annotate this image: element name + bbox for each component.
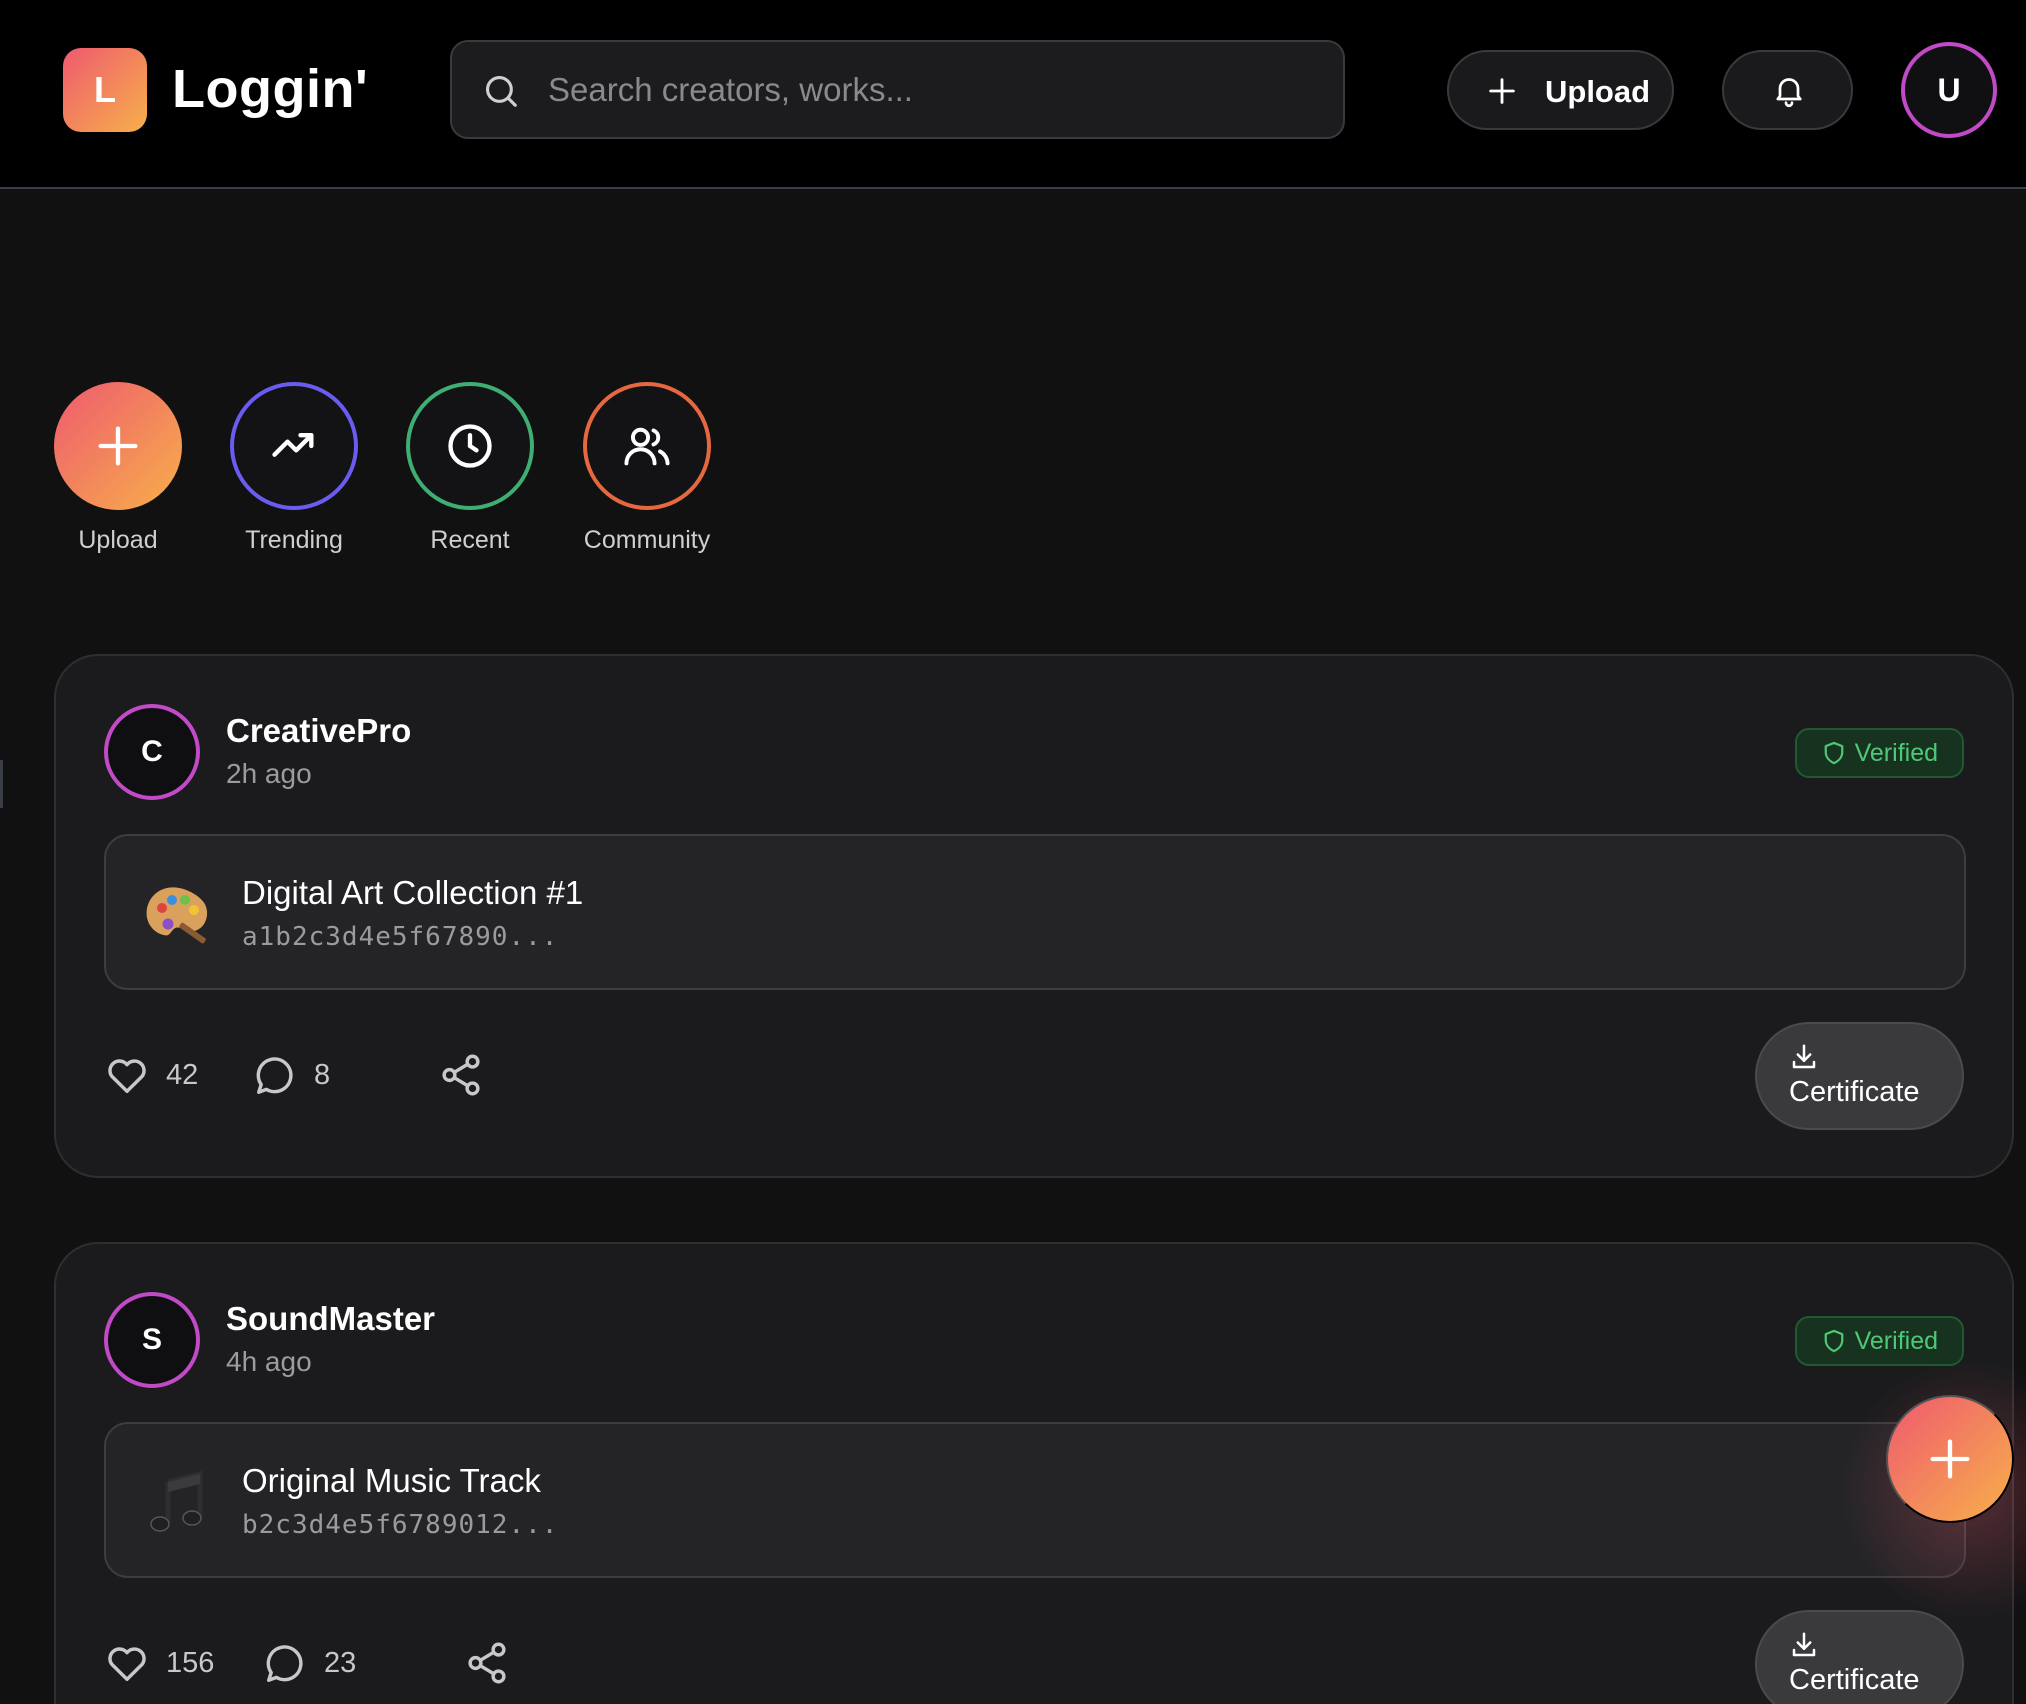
comment-icon: [256, 1057, 293, 1094]
creator-name[interactable]: CreativePro: [226, 712, 411, 750]
quick-action-label: Recent: [430, 526, 510, 554]
share-icon: [442, 1054, 480, 1096]
creator-initial: S: [141, 1323, 162, 1356]
download-icon: [1792, 1044, 1816, 1069]
header-upload-label: Upload: [1545, 74, 1651, 109]
quick-action-trending-circle[interactable]: [230, 382, 358, 510]
user-avatar-initial: U: [1937, 71, 1961, 108]
comment-count: 23: [324, 1646, 357, 1679]
shield-icon: [1824, 1329, 1843, 1353]
comment-icon: [266, 1645, 303, 1682]
quick-action-trending[interactable]: Trending: [230, 382, 358, 555]
quick-action-label: Community: [583, 526, 711, 554]
like-count: 42: [166, 1058, 199, 1091]
comment-button[interactable]: 23: [262, 1638, 356, 1688]
user-avatar[interactable]: U: [1901, 42, 1997, 138]
plus-icon: [1930, 1439, 1970, 1479]
post-time: 2h ago: [226, 758, 312, 789]
shield-icon: [1824, 741, 1843, 765]
notifications-button[interactable]: [1722, 50, 1853, 130]
verified-label: Verified: [1854, 1326, 1938, 1355]
heart-icon: [108, 1647, 146, 1682]
quick-action-recent-circle[interactable]: [406, 382, 534, 510]
post-card: C CreativePro 2h ago Verified Digital Ar…: [54, 654, 2014, 1178]
share-button[interactable]: [438, 1050, 484, 1100]
quick-action-upload[interactable]: Upload: [54, 382, 182, 555]
plus-icon: [98, 426, 138, 466]
scroll-edge-marker: [0, 760, 3, 808]
download-icon: [1792, 1632, 1816, 1657]
app-name[interactable]: Loggin': [172, 58, 368, 120]
verified-badge: Verified: [1794, 728, 1964, 778]
work-item[interactable]: Digital Art Collection #1 a1b2c3d4e5f678…: [104, 834, 1966, 990]
work-item[interactable]: Original Music Track b2c3d4e5f6789012...: [104, 1422, 1966, 1578]
certificate-label: Certificate: [1789, 1076, 1920, 1108]
clock-icon: [448, 424, 492, 468]
logo-badge[interactable]: L: [63, 48, 147, 132]
certificate-button[interactable]: Certificate: [1755, 1022, 1964, 1130]
heart-icon: [108, 1059, 146, 1094]
certificate-label: Certificate: [1789, 1664, 1920, 1696]
work-title: Digital Art Collection #1: [242, 874, 584, 911]
bell-icon: [1776, 78, 1802, 108]
search-box[interactable]: [450, 40, 1345, 139]
logo-letter: L: [94, 69, 116, 110]
users-icon: [624, 427, 670, 466]
comment-button[interactable]: 8: [252, 1050, 330, 1100]
work-title: Original Music Track: [242, 1462, 541, 1499]
like-button[interactable]: 156: [104, 1638, 214, 1688]
share-icon: [468, 1642, 506, 1684]
creator-name[interactable]: SoundMaster: [226, 1300, 435, 1338]
share-button[interactable]: [464, 1638, 510, 1688]
like-button[interactable]: 42: [104, 1050, 198, 1100]
app-page: L Loggin' Upload U: [0, 0, 2026, 1704]
verified-label: Verified: [1854, 738, 1938, 767]
plus-icon: [1489, 78, 1515, 104]
quick-action-community[interactable]: Community: [583, 382, 711, 555]
quick-action-community-circle[interactable]: [583, 382, 711, 510]
header-upload-button[interactable]: Upload: [1447, 50, 1674, 130]
post-card: S SoundMaster 4h ago Verified Original M…: [54, 1242, 2014, 1704]
music-note-icon: [138, 1466, 214, 1542]
post-time: 4h ago: [226, 1346, 312, 1377]
creator-avatar[interactable]: S: [104, 1292, 200, 1388]
certificate-button[interactable]: Certificate: [1755, 1610, 1964, 1704]
verified-badge: Verified: [1794, 1316, 1964, 1366]
trending-up-icon: [272, 433, 314, 457]
palette-icon: [138, 878, 214, 954]
quick-action-upload-circle[interactable]: [54, 382, 182, 510]
quick-action-label: Trending: [245, 526, 343, 554]
work-hash: a1b2c3d4e5f67890...: [242, 922, 559, 952]
search-icon: [485, 75, 517, 107]
comment-count: 8: [314, 1058, 331, 1091]
creator-initial: C: [141, 735, 163, 768]
search-input[interactable]: [548, 60, 1308, 120]
quick-action-label: Upload: [78, 526, 158, 554]
creator-avatar[interactable]: C: [104, 704, 200, 800]
top-header: L Loggin' Upload U: [0, 0, 2026, 189]
quick-action-recent[interactable]: Recent: [406, 382, 534, 555]
floating-add-button[interactable]: [1886, 1395, 2014, 1523]
work-hash: b2c3d4e5f6789012...: [242, 1510, 559, 1540]
like-count: 156: [166, 1646, 215, 1679]
